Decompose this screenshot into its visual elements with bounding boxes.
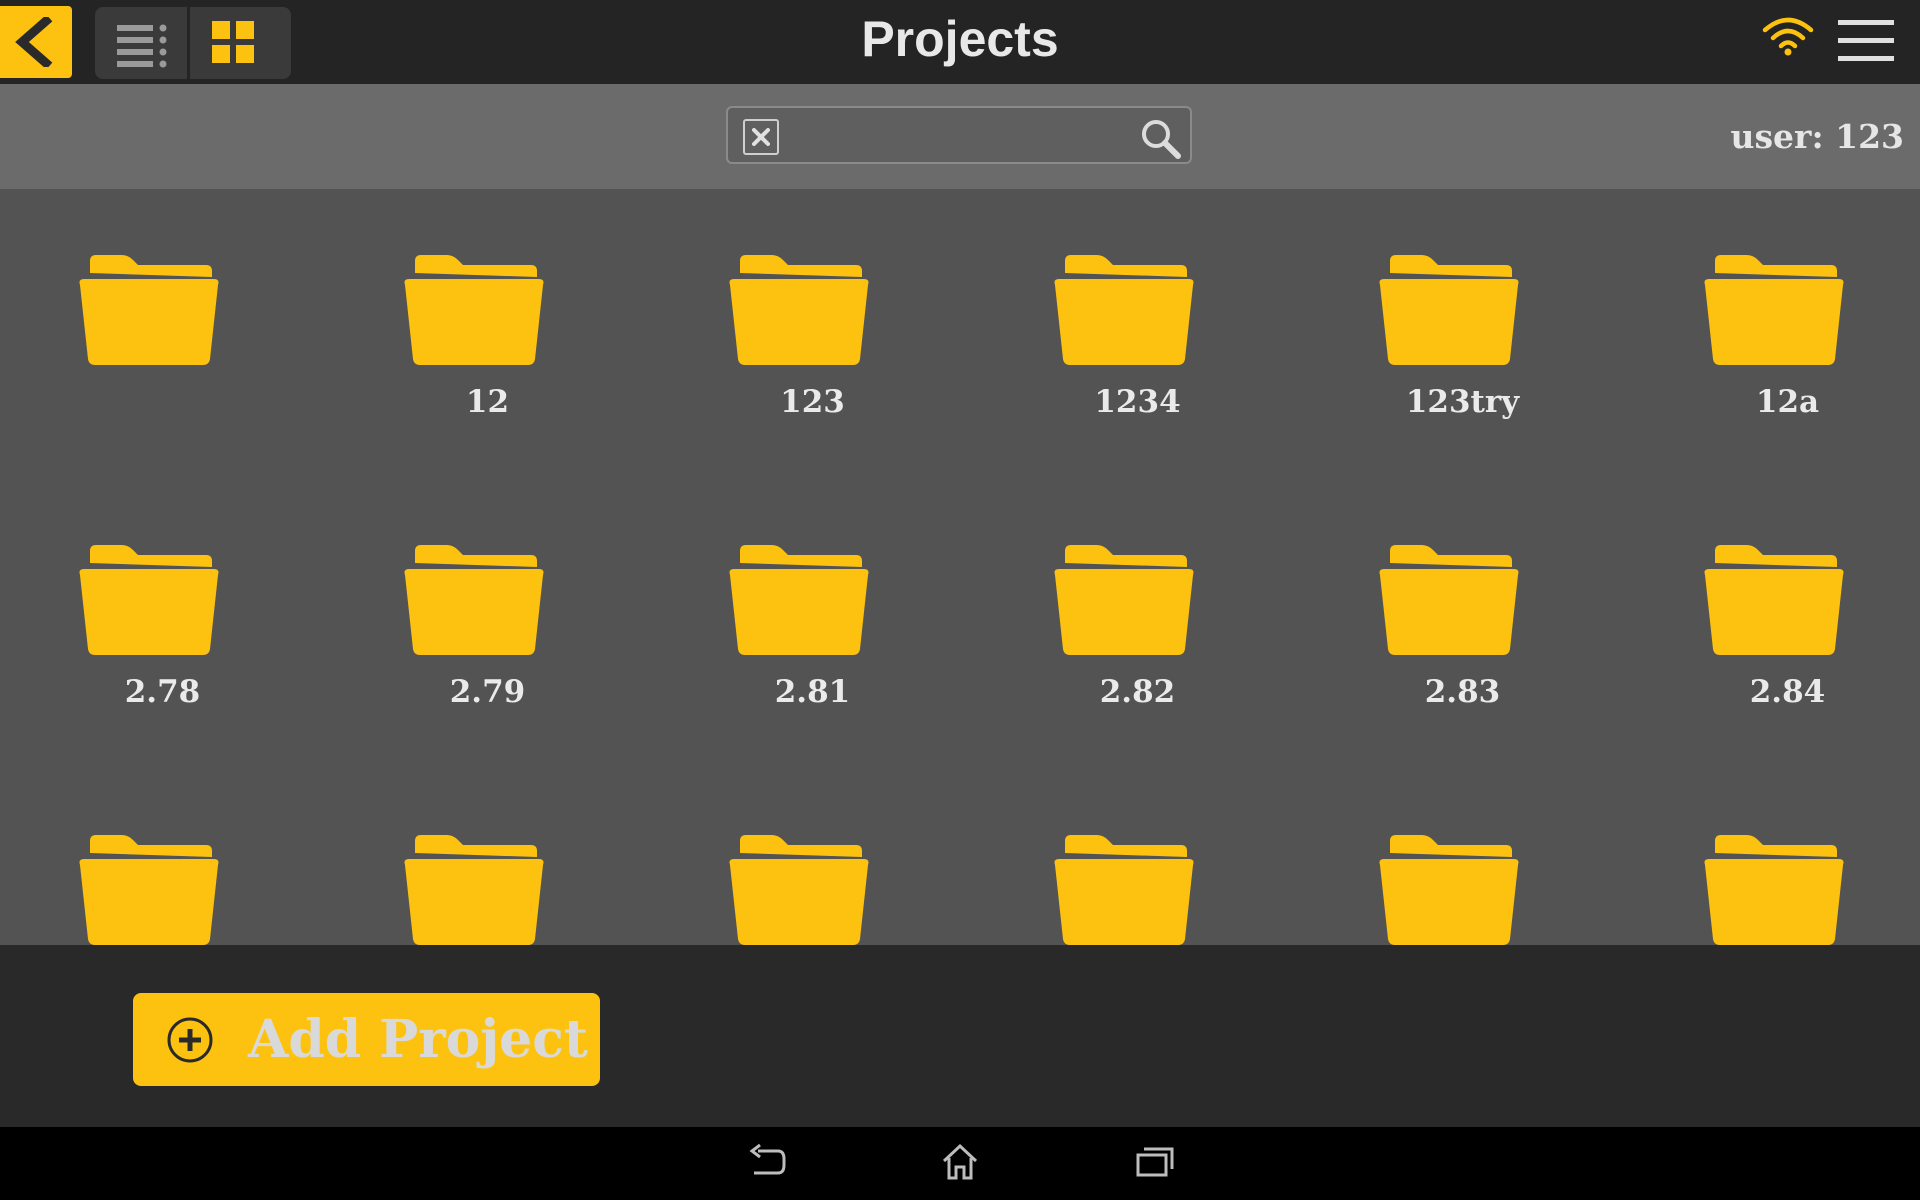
back-button[interactable] <box>0 6 72 78</box>
list-view-button[interactable] <box>95 7 187 79</box>
project-folder[interactable]: 12 <box>325 189 650 439</box>
search-bar: user: 123 <box>0 84 1920 189</box>
close-icon <box>752 128 770 146</box>
folder-label: 2.78 <box>124 674 201 710</box>
folder-icon <box>1704 255 1844 365</box>
search-input[interactable] <box>790 114 1134 160</box>
folder-label: 2.82 <box>1099 674 1176 710</box>
project-folder[interactable] <box>1625 769 1920 945</box>
add-project-label: Add Project <box>248 1009 588 1070</box>
folder-icon <box>729 255 869 365</box>
project-folder[interactable] <box>650 769 975 945</box>
project-folder[interactable] <box>0 189 325 439</box>
project-folder[interactable] <box>1300 769 1625 945</box>
folder-label: 2.79 <box>449 674 526 710</box>
project-folder[interactable] <box>325 769 650 945</box>
folder-icon <box>1054 255 1194 365</box>
project-folder[interactable]: 12a <box>1625 189 1920 439</box>
folder-icon <box>1054 835 1194 945</box>
project-folder[interactable]: 2.81 <box>650 479 975 729</box>
folder-icon <box>1379 255 1519 365</box>
project-folder[interactable]: 2.82 <box>975 479 1300 729</box>
view-toggle <box>95 7 291 79</box>
plus-circle-icon <box>167 1017 213 1063</box>
system-back-button[interactable] <box>748 1143 808 1185</box>
system-home-button[interactable] <box>940 1143 1000 1185</box>
project-folder[interactable]: 123try <box>1300 189 1625 439</box>
bottom-action-bar: Add Project <box>0 945 1920 1127</box>
grid-view-icon <box>212 21 254 63</box>
folder-icon <box>1704 835 1844 945</box>
home-icon <box>942 1143 978 1180</box>
project-folder[interactable]: 2.79 <box>325 479 650 729</box>
grid-view-button[interactable] <box>190 7 291 79</box>
project-grid: 12 123 1234 123try 12a 2.78 2.79 2.81 2.… <box>0 189 1920 945</box>
project-folder[interactable]: 2.84 <box>1625 479 1920 729</box>
hamburger-menu-icon <box>1838 20 1894 61</box>
folder-label: 123try <box>1405 384 1520 420</box>
page-title: Projects <box>861 11 1059 67</box>
folder-label: 2.84 <box>1749 674 1826 710</box>
list-view-icon <box>117 24 167 68</box>
recent-apps-icon <box>1136 1147 1174 1177</box>
folder-icon <box>79 255 219 365</box>
project-folder[interactable]: 1234 <box>975 189 1300 439</box>
top-app-bar: Projects <box>0 0 1920 84</box>
folder-icon <box>1054 545 1194 655</box>
folder-label: 123 <box>780 384 845 420</box>
folder-icon <box>404 255 544 365</box>
folder-icon <box>729 545 869 655</box>
folder-icon <box>404 545 544 655</box>
project-folder[interactable] <box>0 769 325 945</box>
folder-icon <box>1704 545 1844 655</box>
wifi-icon <box>1762 17 1814 56</box>
project-folder[interactable]: 2.78 <box>0 479 325 729</box>
folder-icon <box>79 835 219 945</box>
folder-icon <box>729 835 869 945</box>
add-project-button[interactable]: Add Project <box>133 993 600 1086</box>
folder-icon <box>1379 545 1519 655</box>
folder-label: 2.81 <box>774 674 851 710</box>
system-recents-button[interactable] <box>1135 1143 1195 1185</box>
back-icon <box>749 1143 786 1175</box>
menu-button[interactable] <box>1838 18 1898 66</box>
folder-icon <box>79 545 219 655</box>
folder-label: 1234 <box>1094 384 1181 420</box>
search-icon[interactable] <box>1140 118 1182 160</box>
system-navigation-bar <box>0 1127 1920 1200</box>
project-folder[interactable]: 123 <box>650 189 975 439</box>
clear-search-button[interactable] <box>743 119 779 155</box>
folder-label: 2.83 <box>1424 674 1501 710</box>
user-label: user: 123 <box>1730 117 1904 156</box>
project-folder[interactable]: 2.83 <box>1300 479 1625 729</box>
folder-label: 12 <box>465 384 510 420</box>
project-folder[interactable] <box>975 769 1300 945</box>
folder-icon <box>404 835 544 945</box>
chevron-left-icon <box>15 17 53 67</box>
folder-icon <box>1379 835 1519 945</box>
folder-label: 12a <box>1755 384 1820 420</box>
search-box <box>726 106 1192 164</box>
